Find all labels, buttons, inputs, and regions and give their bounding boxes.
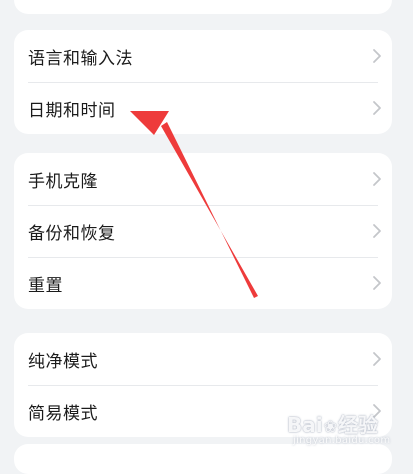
watermark-logo-prefix: Bai xyxy=(287,413,323,437)
chevron-right-icon xyxy=(370,47,384,65)
chevron-right-icon xyxy=(370,99,384,117)
watermark-url: jingyan.baidu.com xyxy=(293,435,391,446)
settings-item-label: 简易模式 xyxy=(28,403,98,424)
settings-item-backup-restore[interactable]: 备份和恢复 xyxy=(14,205,392,257)
settings-card-top xyxy=(14,0,392,14)
watermark-logo: Bai❀经验 xyxy=(287,409,378,438)
paw-icon: ❀ xyxy=(323,417,338,436)
settings-item-pure-mode[interactable]: 纯净模式 xyxy=(14,333,392,385)
watermark-logo-suffix: 经验 xyxy=(338,413,379,437)
chevron-right-icon xyxy=(370,170,384,188)
settings-item-language-input[interactable]: 语言和输入法 xyxy=(14,30,392,82)
baidu-jingyan-watermark: Bai❀经验 jingyan.baidu.com xyxy=(287,403,405,451)
settings-group-general: 语言和输入法 日期和时间 xyxy=(14,30,392,134)
settings-item-label: 日期和时间 xyxy=(28,100,116,121)
settings-item-label: 备份和恢复 xyxy=(28,223,116,244)
settings-item-label: 手机克隆 xyxy=(28,171,98,192)
settings-item-phone-clone[interactable]: 手机克隆 xyxy=(14,153,392,205)
chevron-right-icon xyxy=(370,274,384,292)
settings-item-label: 纯净模式 xyxy=(28,351,98,372)
settings-item-label: 语言和输入法 xyxy=(28,48,133,69)
chevron-right-icon xyxy=(370,350,384,368)
settings-item-reset[interactable]: 重置 xyxy=(14,257,392,309)
settings-group-backup: 手机克隆 备份和恢复 重置 xyxy=(14,153,392,309)
settings-item-date-time[interactable]: 日期和时间 xyxy=(14,82,392,134)
chevron-right-icon xyxy=(370,222,384,240)
settings-item-label: 重置 xyxy=(28,275,63,296)
